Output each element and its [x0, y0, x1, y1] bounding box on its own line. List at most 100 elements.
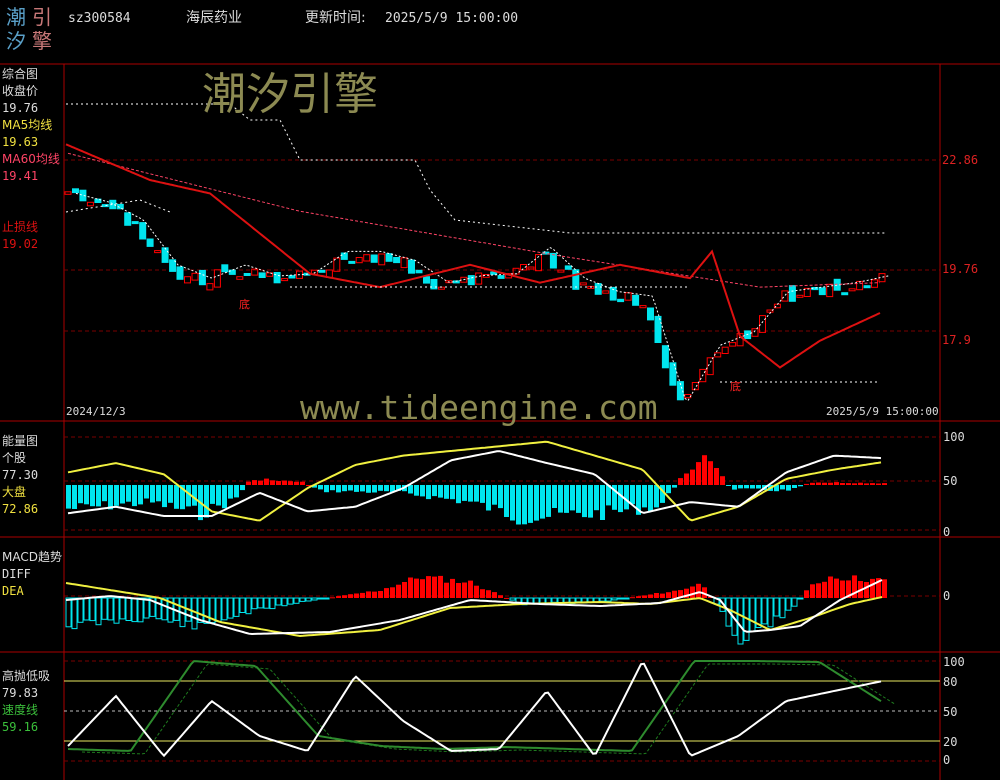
energy-bar-down [228, 485, 233, 499]
energy-bar-down [474, 485, 479, 502]
watermark-url: www.tideengine.com [300, 388, 658, 427]
candle-up [781, 290, 789, 302]
macd-bar-up [870, 578, 875, 598]
energy-panel [66, 440, 887, 525]
energy-bar-down [546, 485, 551, 517]
macd-title: MACD趋势 [2, 550, 62, 564]
energy-bar-up [282, 480, 287, 485]
macd-bar-up [636, 596, 641, 598]
hilo-speed-value: 59.16 [2, 720, 39, 734]
energy-bar-up [708, 461, 713, 485]
macd-bar-up [342, 595, 347, 598]
macd-bar-up [480, 589, 485, 598]
macd-bar-down [323, 597, 330, 600]
energy-bar-up [858, 482, 863, 485]
update-label: 更新时间: [305, 10, 366, 26]
macd-bar-down [617, 597, 624, 600]
candle-up [184, 276, 191, 284]
candle-up [281, 278, 289, 282]
energy-bar-down [330, 485, 335, 491]
energy-bar-down [780, 485, 785, 490]
macd-bar-up [498, 595, 503, 598]
energy-market-label: 大盘 [2, 485, 27, 499]
ma5-label: MA5均线 [2, 118, 53, 132]
energy-bar-down [102, 485, 107, 502]
macd-bar-up [330, 597, 335, 599]
main-title: 综合图 [2, 67, 39, 81]
macd-bar-up [666, 592, 671, 598]
candle-down [258, 272, 266, 278]
macd-bar-down [305, 597, 312, 602]
energy-bar-down [480, 485, 485, 503]
energy-bar-down [618, 485, 623, 513]
macd-bar-down [83, 597, 90, 621]
energy-bar-down [666, 485, 671, 494]
hilo-ytick-100: 100 [943, 655, 965, 669]
candle-up [796, 294, 804, 298]
macd-bar-up [810, 584, 815, 598]
energy-ytick-100: 100 [943, 430, 965, 444]
macd-bar-up [486, 590, 491, 598]
ma60-value: 19.41 [2, 169, 39, 183]
macd-bar-down [77, 597, 84, 623]
hilo-value: 79.83 [2, 686, 39, 700]
energy-bar-down [594, 485, 599, 511]
candle-down [654, 315, 662, 343]
energy-stock-label: 个股 [2, 451, 27, 465]
macd-bar-up [354, 593, 359, 598]
date-start: 2024/12/3 [66, 405, 126, 418]
energy-bar-down [534, 485, 539, 521]
energy-bar-up [288, 481, 293, 485]
date-end: 2025/5/9 15:00:00 [826, 405, 939, 418]
energy-bar-down [756, 485, 761, 489]
macd-bar-down [311, 597, 318, 601]
update-time: 2025/5/9 15:00:00 [385, 11, 519, 26]
energy-bar-up [678, 478, 683, 485]
macd-bar-down [65, 597, 72, 628]
macd-bar-down [95, 597, 102, 626]
ma60-line [67, 152, 881, 288]
candle-down [243, 273, 251, 276]
candle-down [632, 294, 640, 306]
macd-bar-up [642, 595, 647, 598]
macd-bar-down [551, 597, 558, 603]
candle-up [400, 257, 408, 269]
energy-bar-down [624, 485, 629, 510]
macd-bar-up [372, 591, 377, 598]
candle-down [572, 269, 580, 290]
macd-bar-down [761, 597, 768, 625]
candle-down [131, 221, 139, 225]
candle-up [714, 352, 722, 358]
macd-bar-up [396, 584, 401, 598]
energy-bar-up [246, 481, 251, 485]
hilo-ytick-80: 80 [943, 675, 958, 689]
energy-bar-down [126, 485, 131, 502]
hilo-title: 高抛低吸 [2, 669, 51, 683]
energy-bar-down [84, 485, 89, 505]
candle-up [579, 282, 587, 286]
candle-down [467, 275, 475, 286]
macd-bar-down [275, 597, 282, 606]
energy-bar-down [600, 485, 605, 520]
energy-bar-down [384, 485, 389, 492]
candle-up [871, 279, 878, 288]
energy-bar-up [822, 482, 827, 485]
macd-bar-down [251, 597, 258, 610]
candle-up [684, 394, 692, 399]
energy-bar-up [840, 483, 845, 485]
macd-panel [65, 575, 887, 645]
energy-bar-down [360, 485, 365, 492]
candle-up [639, 305, 647, 309]
energy-bar-up [264, 478, 269, 485]
stop-label: 止损线 [2, 220, 39, 234]
energy-bar-down [654, 485, 659, 508]
macd-bar-down [791, 597, 798, 607]
resistance-line [66, 103, 885, 234]
macd-bar-down [113, 597, 120, 624]
macd-bar-down [785, 597, 792, 611]
energy-bar-down [222, 485, 227, 509]
candle-up [154, 250, 162, 254]
macd-bar-up [420, 579, 425, 598]
energy-bar-down [366, 485, 371, 493]
energy-bar-down [588, 485, 593, 518]
